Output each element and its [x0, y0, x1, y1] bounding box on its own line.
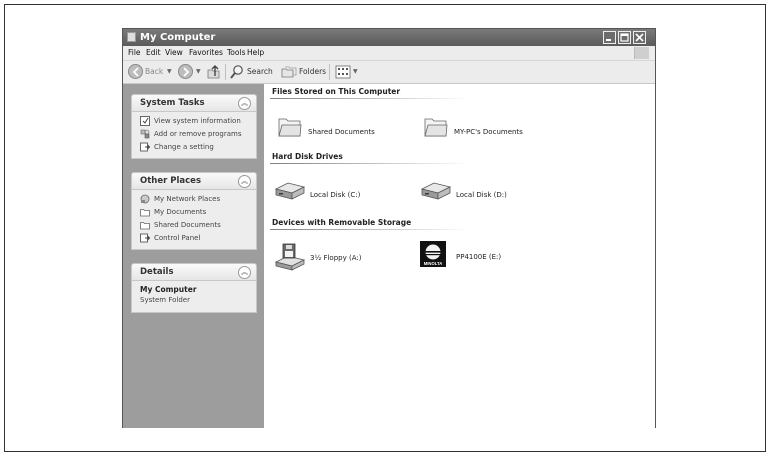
- back-arrow-icon: [132, 67, 139, 77]
- toolbar-separator: [329, 64, 330, 80]
- folders-button[interactable]: [281, 64, 297, 84]
- menu-view[interactable]: View: [165, 47, 183, 59]
- back-label[interactable]: Back: [145, 67, 163, 76]
- item-label[interactable]: PP4100E (E:): [456, 253, 501, 261]
- search-label[interactable]: Search: [247, 67, 273, 76]
- place-label[interactable]: Shared Documents: [154, 220, 221, 230]
- item-label[interactable]: Local Disk (D:): [456, 191, 507, 199]
- details-name: My Computer: [140, 285, 197, 294]
- programs-icon: [140, 129, 150, 139]
- group-title-hard-disk-drives: Hard Disk Drives: [272, 152, 343, 161]
- place-shared-documents[interactable]: Shared Documents: [132, 219, 256, 232]
- folder-icon: [278, 118, 302, 137]
- window-title: My Computer: [140, 32, 216, 43]
- details-title: Details: [140, 267, 174, 277]
- item-label[interactable]: Local Disk (C:): [310, 191, 360, 199]
- place-my-documents[interactable]: My Documents: [132, 206, 256, 219]
- details-panel: Details ︽ My Computer System Folder: [131, 263, 257, 313]
- floppy-drive-icon: [274, 243, 306, 271]
- details-header[interactable]: Details ︽: [131, 263, 257, 281]
- task-change-setting[interactable]: Change a setting: [132, 141, 256, 154]
- group-title-removable-storage: Devices with Removable Storage: [272, 218, 412, 227]
- collapse-chevron-icon[interactable]: ︽: [238, 175, 251, 188]
- menu-tools[interactable]: Tools: [227, 47, 245, 59]
- menu-file[interactable]: File: [128, 47, 141, 59]
- place-my-network-places[interactable]: My Network Places: [132, 193, 256, 206]
- computer-icon: [127, 32, 136, 42]
- details-type: System Folder: [140, 296, 190, 304]
- menu-help[interactable]: Help: [247, 47, 264, 59]
- system-tasks-list: View system information Add or remove pr…: [131, 112, 257, 159]
- views-button[interactable]: [335, 64, 351, 84]
- minolta-logo-text: MINOLTA: [424, 261, 442, 266]
- maximize-button[interactable]: [618, 31, 631, 44]
- back-dropdown-icon[interactable]: ▼: [167, 68, 172, 75]
- search-icon: [230, 65, 243, 79]
- up-folder-button[interactable]: [206, 64, 222, 84]
- item-label[interactable]: Shared Documents: [308, 128, 375, 136]
- task-view-system-info[interactable]: View system information: [132, 115, 256, 128]
- other-places-panel: Other Places ︽ My Network Places My Docu…: [131, 172, 257, 250]
- other-places-header[interactable]: Other Places ︽: [131, 172, 257, 190]
- up-folder-icon: [207, 65, 220, 79]
- folder-icon: [140, 222, 150, 230]
- hard-disk-icon: [274, 182, 306, 200]
- task-label[interactable]: Add or remove programs: [154, 129, 242, 139]
- network-icon: [140, 194, 150, 204]
- menu-edit[interactable]: Edit: [146, 47, 161, 59]
- windows-logo-icon: [634, 47, 649, 59]
- close-button[interactable]: [633, 31, 646, 44]
- menu-bar: File Edit View Favorites Tools Help: [123, 46, 655, 61]
- other-places-list: My Network Places My Documents Shared Do…: [131, 190, 257, 250]
- minimize-icon: [606, 39, 611, 41]
- views-dropdown-icon[interactable]: ▼: [353, 68, 358, 75]
- toolbar-separator: [225, 64, 226, 80]
- task-label[interactable]: View system information: [154, 116, 241, 126]
- system-tasks-panel: System Tasks ︽ View system information A…: [131, 94, 257, 159]
- collapse-chevron-icon[interactable]: ︽: [238, 97, 251, 110]
- control-panel-icon: [140, 233, 150, 243]
- group-title-files-stored: Files Stored on This Computer: [272, 87, 401, 96]
- folder-icon: [424, 118, 448, 137]
- minimize-button[interactable]: [603, 31, 616, 44]
- forward-dropdown-icon[interactable]: ▼: [196, 68, 201, 75]
- minolta-drive-icon: MINOLTA: [420, 241, 446, 267]
- task-pane: System Tasks ︽ View system information A…: [123, 84, 264, 428]
- info-icon: [140, 116, 150, 126]
- place-label[interactable]: Control Panel: [154, 233, 200, 243]
- forward-arrow-icon: [183, 67, 190, 77]
- toolbar: Back ▼ ▼ Search Folders ▼: [123, 61, 655, 84]
- folder-icon: [140, 209, 150, 217]
- back-button[interactable]: [128, 64, 143, 79]
- group-divider: [270, 229, 470, 230]
- place-control-panel[interactable]: Control Panel: [132, 232, 256, 245]
- menu-favorites[interactable]: Favorites: [189, 47, 223, 59]
- place-label[interactable]: My Documents: [154, 207, 206, 217]
- forward-button[interactable]: [178, 64, 193, 79]
- explorer-window: My Computer File Edit View Favorites Too…: [122, 28, 656, 428]
- other-places-title: Other Places: [140, 176, 201, 186]
- hard-disk-icon: [420, 182, 452, 200]
- task-label[interactable]: Change a setting: [154, 142, 214, 152]
- settings-icon: [140, 142, 150, 152]
- collapse-chevron-icon[interactable]: ︽: [238, 266, 251, 279]
- folders-icon: [281, 66, 297, 78]
- item-label[interactable]: 3½ Floppy (A:): [310, 254, 361, 262]
- content-area: Files Stored on This Computer Shared Doc…: [264, 84, 655, 428]
- group-divider: [270, 98, 470, 99]
- folders-label[interactable]: Folders: [299, 67, 326, 76]
- place-label[interactable]: My Network Places: [154, 194, 220, 204]
- details-body: My Computer System Folder: [131, 281, 257, 313]
- item-label[interactable]: MY-PC's Documents: [454, 128, 523, 136]
- group-divider: [270, 163, 470, 164]
- title-bar[interactable]: My Computer: [123, 29, 655, 46]
- system-tasks-header[interactable]: System Tasks ︽: [131, 94, 257, 112]
- views-icon: [335, 65, 351, 79]
- maximize-icon: [620, 33, 629, 42]
- search-button[interactable]: [229, 64, 245, 84]
- task-add-remove-programs[interactable]: Add or remove programs: [132, 128, 256, 141]
- system-tasks-title: System Tasks: [140, 98, 205, 108]
- close-icon: [635, 33, 644, 42]
